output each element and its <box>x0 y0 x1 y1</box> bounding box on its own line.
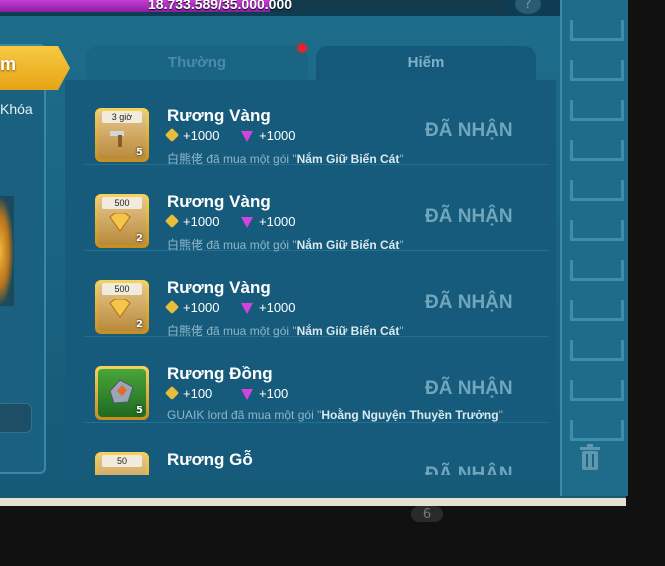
notification-dot <box>297 43 307 53</box>
page-number: 6 <box>411 506 443 522</box>
gem-reward: +100 <box>241 386 288 401</box>
left-input-field[interactable] <box>0 403 32 433</box>
gold-crystal-icon <box>109 213 131 232</box>
row-description: 白熊佬 đã mua một gói "Nắm Giữ Biển Cát" <box>167 238 404 252</box>
key-icon <box>164 213 180 229</box>
key-reward: +100 <box>164 385 212 401</box>
list-item: 3 giờ 5 Rương Vàng +1000 +1000 白熊佬 đã mu… <box>85 80 549 166</box>
status-claimed: ĐÃ NHẬN <box>425 292 513 313</box>
icon-count: 2 <box>136 319 143 330</box>
key-icon <box>164 299 180 315</box>
row-title: Rương Gỗ <box>167 450 253 469</box>
row-description: 白熊佬 đã mua một gói "Nắm Giữ Biển Cát" <box>167 152 404 166</box>
row-title: Rương Vàng <box>167 106 271 125</box>
row-description: GUAIK lord đã mua một gói "Hoằng Nguyện … <box>167 408 503 422</box>
ribbon-label: m <box>0 54 17 74</box>
icon-top-label: 3 giờ <box>102 111 142 123</box>
gem-icon <box>241 131 253 143</box>
gem-icon <box>241 217 253 229</box>
chest-icon: 500 2 <box>95 194 149 248</box>
status-claimed: ĐÃ NHẬN <box>425 206 513 227</box>
list-item: 5 Rương Đồng +100 +100 GUAIK lord đã mua… <box>85 338 549 423</box>
key-icon <box>164 385 180 401</box>
progress-text: 18.733.589/35.000.000 <box>148 0 293 12</box>
key-reward: +1000 <box>164 127 220 143</box>
icon-top-label: 500 <box>102 283 142 295</box>
gem-reward: +1000 <box>241 128 296 143</box>
chest-icon: 500 2 <box>95 280 149 334</box>
list-item: 500 2 Rương Vàng +1000 +1000 白熊佬 đã mua … <box>85 252 549 338</box>
gold-crystal-icon <box>109 299 131 318</box>
key-reward: +1000 <box>164 213 220 229</box>
list-item: 500 2 Rương Vàng +1000 +1000 白熊佬 đã mua … <box>85 166 549 252</box>
icon-count: 5 <box>136 147 143 158</box>
status-claimed: ĐÃ NHẬN <box>425 378 513 399</box>
gem-icon <box>241 389 253 401</box>
chest-icon: 3 giờ 5 <box>95 108 149 162</box>
key-reward: +1000 <box>164 299 220 315</box>
progress-bar: 18.733.589/35.000.000 <box>0 0 505 12</box>
row-title: Rương Đồng <box>167 364 273 383</box>
tab-hiem[interactable]: Hiếm <box>316 46 536 80</box>
right-decorative-frame <box>560 0 628 496</box>
icon-count: 5 <box>136 405 143 416</box>
status-claimed: ĐÃ NHẬN <box>425 464 513 475</box>
icon-top-label: 500 <box>102 197 142 209</box>
chest-icon: 5 <box>95 366 149 420</box>
list-item: 50 Rương Gỗ ĐÃ NHẬN <box>85 424 549 475</box>
row-description: 白熊佬 đã mua một gói "Nắm Giữ Biển Cát" <box>167 324 404 338</box>
trash-icon[interactable] <box>578 444 602 470</box>
stone-icon <box>109 379 134 404</box>
gem-reward: +1000 <box>241 300 296 315</box>
status-claimed: ĐÃ NHẬN <box>425 120 513 141</box>
chest-icon: 50 <box>95 452 149 475</box>
gem-reward: +1000 <box>241 214 296 229</box>
tab-thuong[interactable]: Thường <box>86 46 308 80</box>
key-icon <box>164 127 180 143</box>
gold-ornament <box>0 196 14 306</box>
icon-top-label: 50 <box>102 455 142 467</box>
lock-label: Khóa <box>0 101 33 117</box>
gem-icon <box>241 303 253 315</box>
reward-list[interactable]: 3 giờ 5 Rương Vàng +1000 +1000 白熊佬 đã mu… <box>65 80 556 475</box>
row-title: Rương Vàng <box>167 192 271 211</box>
icon-count: 2 <box>136 233 143 244</box>
row-title: Rương Vàng <box>167 278 271 297</box>
hammer-icon <box>110 131 124 147</box>
